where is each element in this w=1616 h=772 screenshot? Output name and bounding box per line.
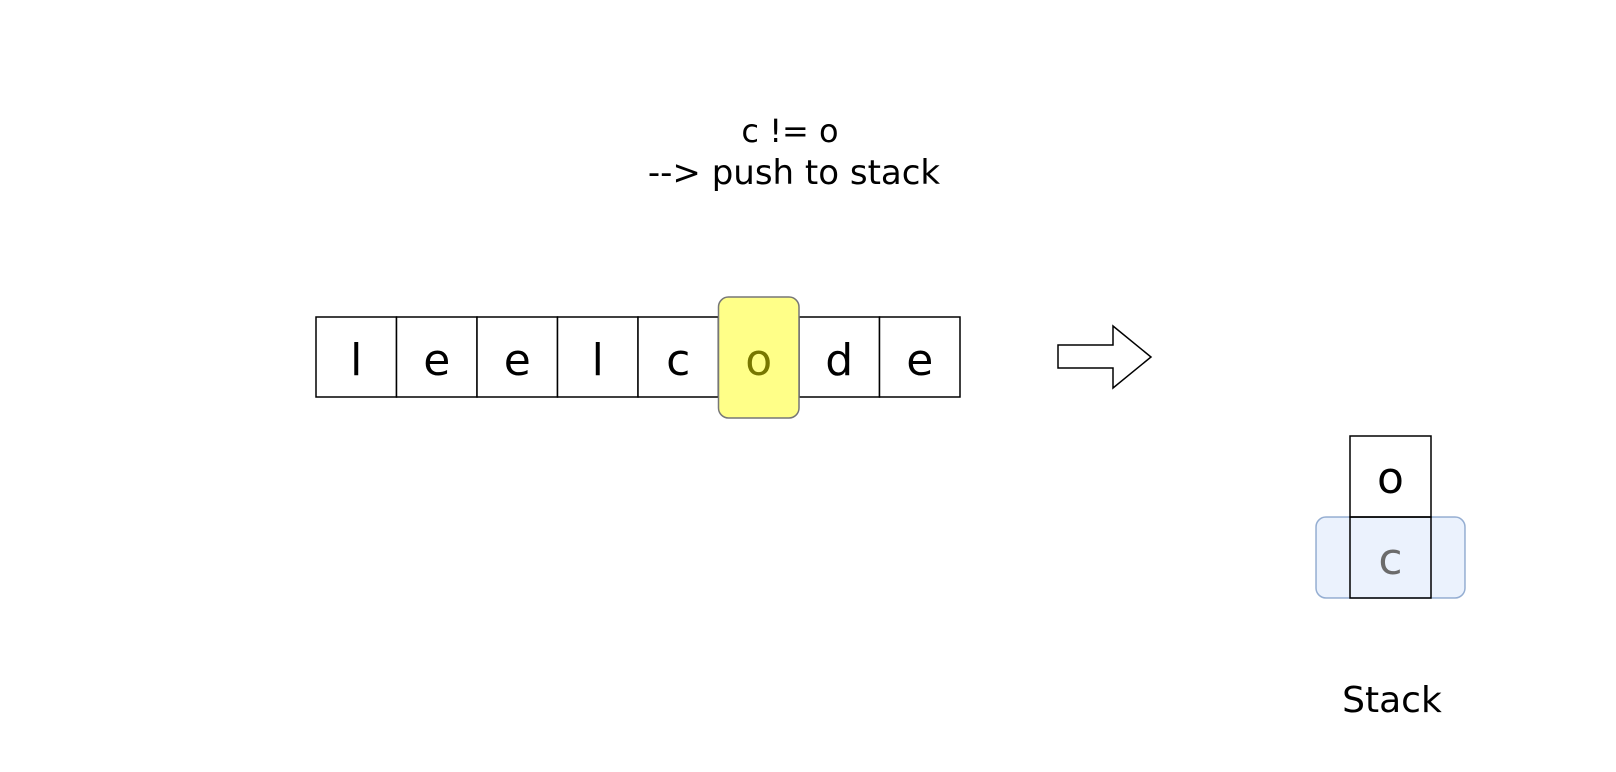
stack-char: c bbox=[1378, 534, 1402, 585]
string-char: l bbox=[350, 335, 362, 386]
stack-label: Stack bbox=[1342, 680, 1442, 721]
string-char: d bbox=[825, 335, 853, 386]
string-char: c bbox=[666, 335, 690, 386]
stack-diagram: c != o --> push to stack leelcode oc Sta… bbox=[315, 112, 1466, 721]
string-array: leelcode bbox=[315, 296, 961, 419]
stack: oc bbox=[1315, 435, 1466, 599]
stack-char: o bbox=[1377, 453, 1404, 504]
string-char: e bbox=[423, 335, 450, 386]
string-char: e bbox=[906, 335, 933, 386]
string-char: e bbox=[504, 335, 531, 386]
string-char: o bbox=[745, 335, 772, 386]
caption-action: --> push to stack bbox=[648, 153, 941, 193]
string-char: l bbox=[592, 335, 604, 386]
caption-condition: c != o bbox=[741, 112, 838, 150]
right-arrow-icon bbox=[1057, 324, 1153, 390]
